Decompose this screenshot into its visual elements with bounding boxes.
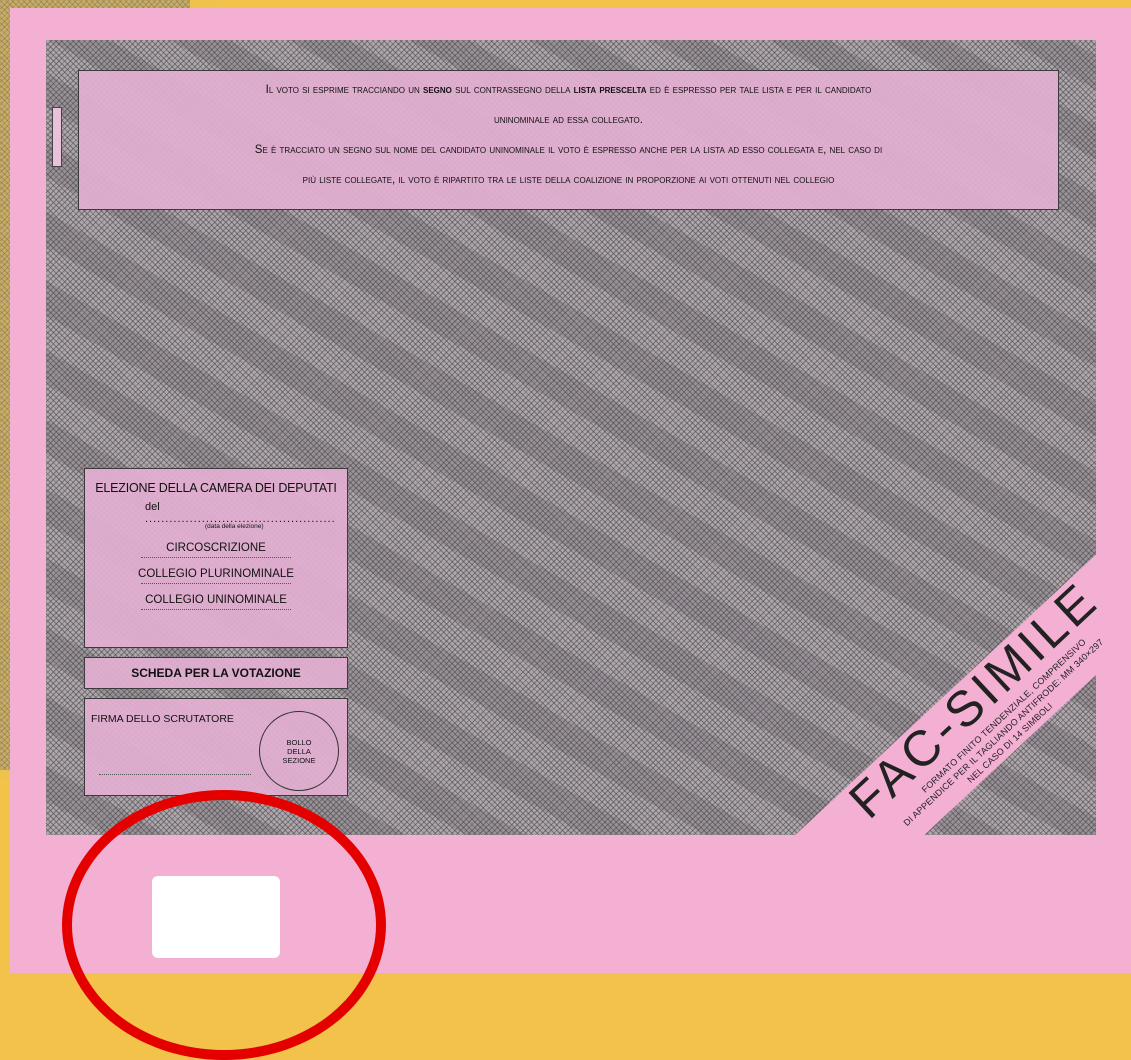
election-title: ELEZIONE DELLA CAMERA DEI DEPUTATI (95, 481, 337, 495)
circoscrizione-line (141, 557, 291, 558)
section-stamp-circle: BOLLO DELLA SEZIONE (259, 711, 339, 791)
signature-line (99, 774, 251, 775)
collegio-uninominale-label: COLLEGIO UNINOMINALE (145, 594, 287, 606)
white-label-patch (152, 876, 280, 958)
scheda-label-box: SCHEDA PER LA VOTAZIONE (84, 657, 348, 689)
instructions-line-1: Il voto si esprime tracciando un segno s… (265, 84, 872, 96)
signature-label: FIRMA DELLO SCRUTATORE (91, 713, 234, 725)
instructions-line-4: più liste collegate, il voto è ripartito… (302, 174, 835, 186)
instructions-line-3: Se è tracciato un segno sul nome del can… (254, 144, 883, 156)
voting-instructions: Il voto si esprime tracciando un segno s… (78, 70, 1059, 210)
instructions-line-2: uninominale ad essa collegato. (494, 114, 643, 126)
election-date-line: del ....................................… (145, 501, 336, 525)
section-stamp-label: BOLLO DELLA SEZIONE (282, 737, 316, 765)
scheda-label: SCHEDA PER LA VOTAZIONE (131, 666, 301, 680)
collegio-plurinominale-label: COLLEGIO PLURINOMINALE (138, 568, 294, 580)
signature-box: FIRMA DELLO SCRUTATORE BOLLO DELLA SEZIO… (84, 698, 348, 796)
election-info-box: ELEZIONE DELLA CAMERA DEI DEPUTATI del .… (84, 468, 348, 648)
collegio-plurinominale-line (141, 583, 291, 584)
collegio-uninominale-line (141, 609, 291, 610)
circoscrizione-label: CIRCOSCRIZIONE (166, 542, 266, 554)
side-tiny-label (52, 107, 62, 167)
